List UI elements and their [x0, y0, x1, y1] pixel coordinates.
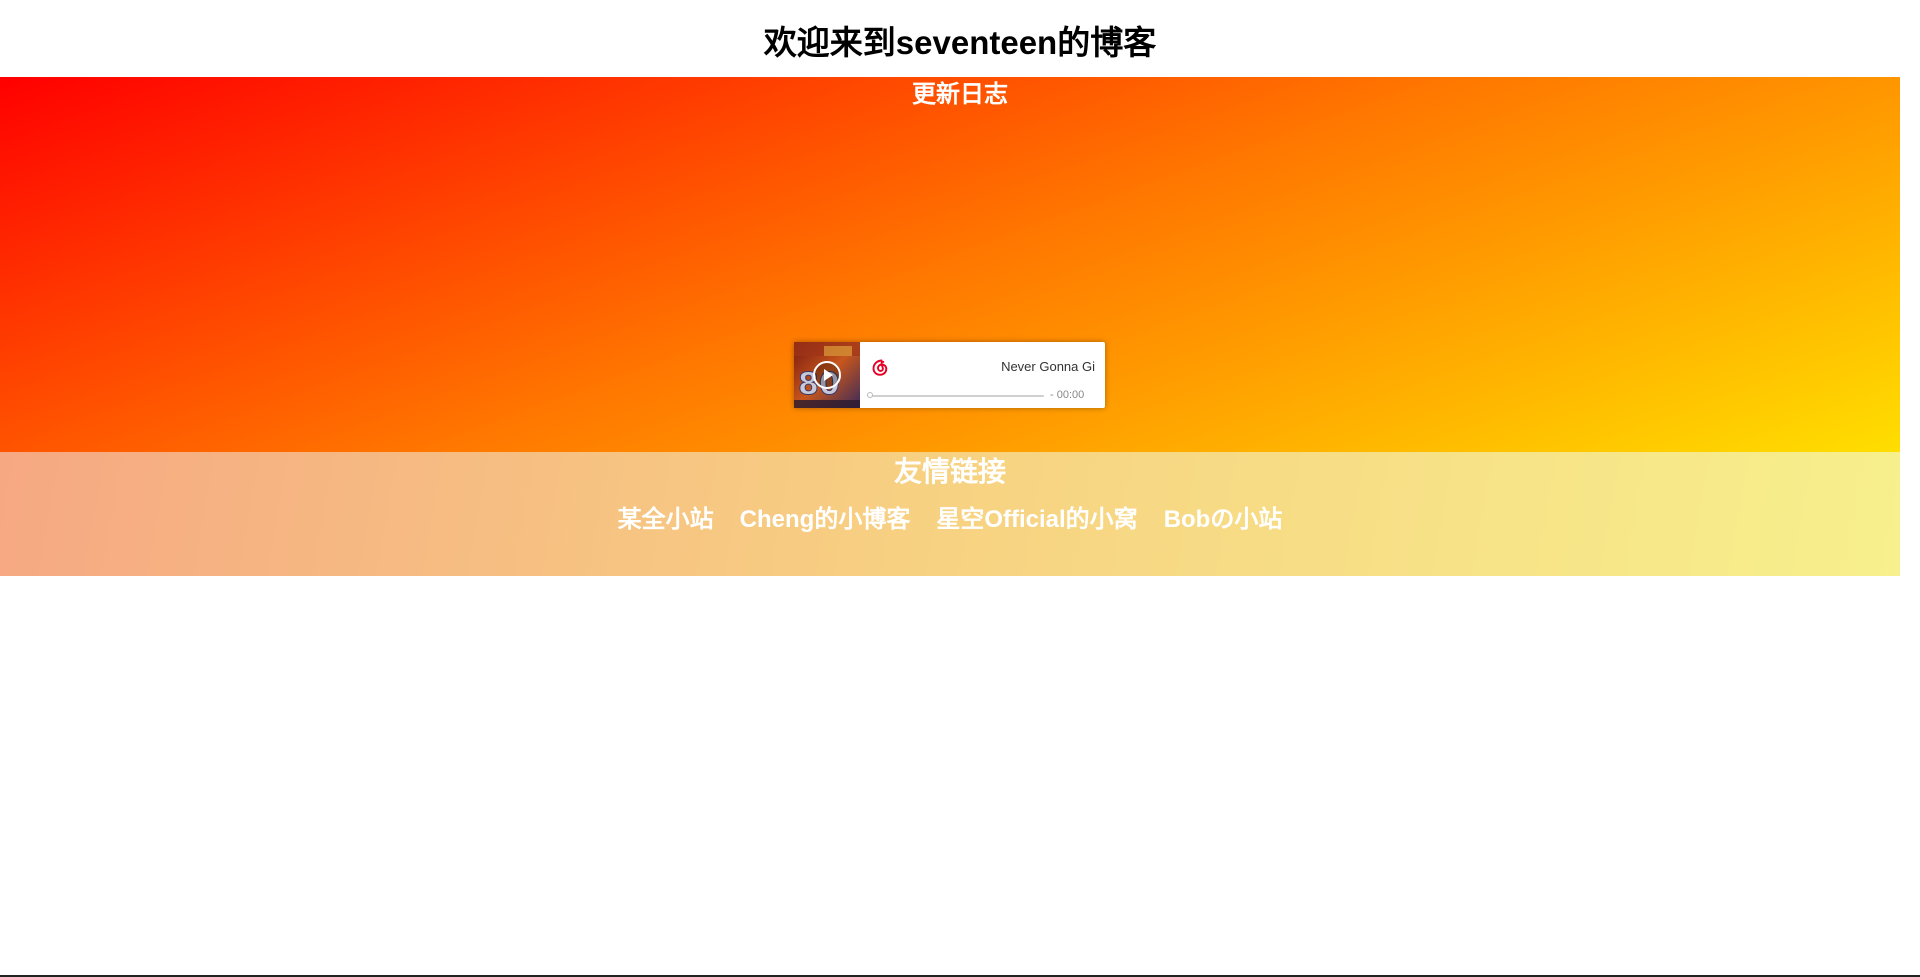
update-log-title: 更新日志: [912, 81, 1008, 108]
time-display: - 00:00: [1050, 389, 1085, 401]
netease-logo-icon: [871, 359, 889, 377]
progress-bar[interactable]: [867, 392, 1044, 398]
friend-link-1[interactable]: 某全小站: [618, 503, 714, 537]
site-title: 欢迎来到seventeen的博客: [763, 24, 1157, 61]
play-button[interactable]: [812, 360, 842, 390]
update-log-section: 更新日志 80: [0, 77, 1900, 452]
friend-links-section: 友情链接 某全小站 Cheng的小博客 星空Official的小窝 Bobの小站: [0, 452, 1900, 576]
song-title: Never Gonna Gi: [1001, 359, 1095, 374]
page: 欢迎来到seventeen的博客 更新日志 80: [0, 0, 1920, 977]
play-icon: [813, 361, 841, 389]
progress-knob[interactable]: [867, 392, 873, 398]
netease-music-icon[interactable]: [870, 358, 890, 378]
friend-link-2[interactable]: Cheng的小博客: [740, 503, 911, 537]
friend-links-list: 某全小站 Cheng的小博客 星空Official的小窝 Bobの小站: [0, 503, 1900, 537]
album-cover: 80: [794, 342, 860, 408]
friend-links-title: 友情链接: [893, 456, 1006, 487]
friend-link-3[interactable]: 星空Official的小窝: [936, 503, 1137, 537]
friend-link-4[interactable]: Bobの小站: [1164, 503, 1283, 537]
music-player: 80 Never Gonna Gi: [794, 342, 1105, 408]
